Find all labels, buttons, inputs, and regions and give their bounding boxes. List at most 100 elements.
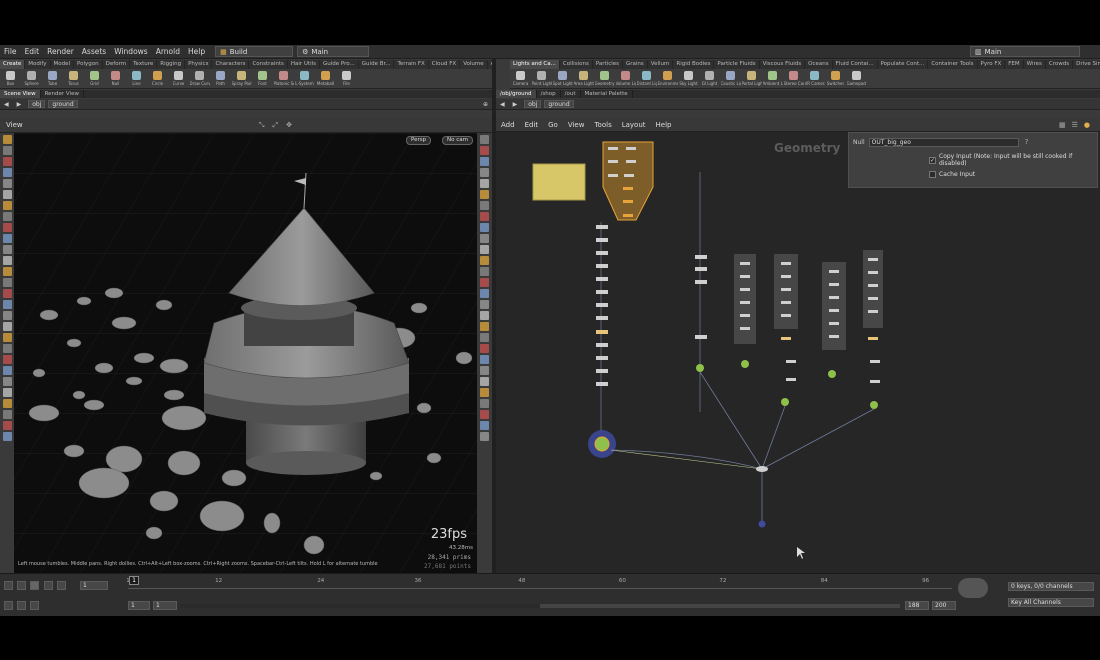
shelf-tool[interactable]: Box [0,69,21,88]
shelf-tab[interactable]: Rigging [157,60,186,69]
shelf-tool[interactable]: Line [126,69,147,88]
shelf-tool[interactable]: File [336,69,357,88]
menu-view[interactable]: View [563,121,590,129]
menu-add[interactable]: Add [496,121,520,129]
tab-shop[interactable]: /shop [537,90,561,98]
key-button[interactable] [958,578,988,598]
shelf-tab[interactable]: Viscous Fluids [760,60,806,69]
viewport-tool-button[interactable] [2,256,12,265]
node-name-field[interactable]: OUT_big_geo [868,137,1019,147]
viewport-tool-button[interactable] [480,300,489,309]
start-frame-field-2[interactable]: 1 [153,601,177,610]
viewport-tool-button[interactable] [2,201,12,210]
path-ground[interactable]: ground [48,100,78,108]
shelf-tab[interactable]: Guide Pro... [320,60,359,69]
shelf-tool[interactable]: Environment Light [657,69,678,88]
timeline-ticks[interactable]: 1 12 24 36 48 60 72 84 96 [126,578,952,595]
tab-render-view[interactable]: Render View [41,90,84,98]
cache-input-checkbox[interactable] [929,171,936,178]
viewport-tool-button[interactable] [480,278,489,287]
shelf-tool[interactable]: Sky Light [678,69,699,88]
shelf-tool[interactable]: Caustic Light [720,69,741,88]
transform-icon[interactable]: ✥ [286,121,292,129]
shelf-tool[interactable]: Stereo Camera [783,69,804,88]
shelf-tool[interactable]: Platonic Solids [273,69,294,88]
viewport-tool-button[interactable] [480,135,489,144]
realtime-toggle[interactable] [4,601,13,610]
stop-button[interactable] [30,581,40,590]
viewport-tool-button[interactable] [480,344,489,353]
shelf-tool[interactable]: Sphere [21,69,42,88]
shelf-tool[interactable]: Curve [168,69,189,88]
shelf-tab[interactable]: Model [51,60,75,69]
viewport-tool-button[interactable] [2,366,12,375]
path-obj[interactable]: obj [28,100,46,108]
viewport-tool-button[interactable] [2,432,12,441]
shelf-tool[interactable]: Grid [84,69,105,88]
viewport-tool-button[interactable] [2,388,12,397]
viewport-tool-button[interactable] [2,212,12,221]
shelf-tool[interactable]: Geometry Light [594,69,615,88]
shelf-tool[interactable]: Portal Light [741,69,762,88]
shelf-tab[interactable]: Pyro FX [978,60,1006,69]
shelf-tab[interactable]: Grains [623,60,648,69]
viewport-tool-button[interactable] [2,278,12,287]
viewport-tool-button[interactable] [2,157,12,166]
shelf-tab[interactable]: Fluid Contai... [833,60,878,69]
shelf-tool[interactable]: Path [210,69,231,88]
shelf-tab[interactable]: Particles [593,60,623,69]
viewport-tool-button[interactable] [480,289,489,298]
viewport-tool-button[interactable] [480,388,489,397]
viewport-tool-button[interactable] [480,212,489,221]
camera-menu[interactable]: No cam [442,136,473,145]
loop-toggle[interactable] [30,601,40,610]
viewport-tool-button[interactable] [2,300,12,309]
shelf-tool[interactable]: Point Light [531,69,552,88]
viewport-tool-button[interactable] [480,432,489,441]
start-frame-field[interactable]: 1 [128,601,150,610]
shelf-tab[interactable]: Rigid Bodies [673,60,715,69]
viewport-tool-button[interactable] [2,267,12,276]
viewport-tool-button[interactable] [2,355,12,364]
viewport-tool-button[interactable] [2,289,12,298]
shelf-tab[interactable]: Constraints [249,60,288,69]
shelf-tab[interactable]: Create [0,60,26,69]
shelf-tool[interactable]: Distant Light [636,69,657,88]
menu-arnold[interactable]: Arnold [152,47,184,56]
shelf-tool[interactable]: Camera [510,69,531,88]
menu-tools[interactable]: Tools [589,121,616,129]
shelf-tab[interactable]: Vellum [648,60,674,69]
shelf-tool[interactable]: Null [105,69,126,88]
viewport-tool-button[interactable] [480,267,489,276]
viewport-tool-button[interactable] [2,344,12,353]
shelf-tool[interactable]: GI Light [699,69,720,88]
viewport-tool-button[interactable] [480,179,489,188]
help-icon[interactable]: ? [1025,138,1029,146]
viewport-tool-button[interactable] [480,333,489,342]
viewport-tool-button[interactable] [2,168,12,177]
shelf-tab[interactable]: Lights and Ca... [510,60,560,69]
viewport-tool-button[interactable] [480,146,489,155]
menu-layout[interactable]: Layout [617,121,651,129]
jump-start-button[interactable] [4,581,13,590]
menu-edit[interactable]: Edit [21,47,44,56]
shelf-tool[interactable]: Tube [42,69,63,88]
grid-icon[interactable]: ▦ [1059,121,1066,129]
viewport-tool-button[interactable] [480,157,489,166]
shelf-tool[interactable]: Switcher [825,69,846,88]
shelf-tab[interactable]: Terrain FX [394,60,429,69]
playhead[interactable]: 1 [129,576,139,585]
shelf-tab[interactable]: Modify [25,60,51,69]
viewport-tool-button[interactable] [480,377,489,386]
shelf-tool[interactable]: Circle [147,69,168,88]
shelf-tool[interactable]: Spot Light [552,69,573,88]
shelf-tab[interactable]: Wires [1024,60,1046,69]
copy-input-checkbox[interactable]: ✓ [929,156,936,164]
menu-render[interactable]: Render [43,47,78,56]
shelf-tool[interactable]: Torus [63,69,84,88]
shelf-tool[interactable]: Ambient Light [762,69,783,88]
shelf-tab[interactable]: Polygon [74,60,103,69]
shelf-tool[interactable]: Area Light [573,69,594,88]
shelf-tab[interactable]: Oceans [805,60,833,69]
shelf-tool[interactable]: Spray Paint [231,69,252,88]
